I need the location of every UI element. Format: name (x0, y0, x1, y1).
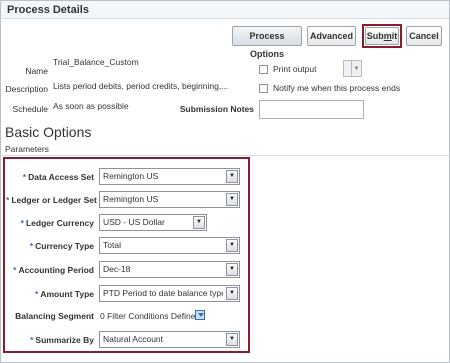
page-title: Process Details (7, 4, 89, 16)
chevron-down-icon[interactable]: ▼ (226, 170, 238, 183)
currency-type-label: * Currency Type (29, 241, 94, 251)
accounting-period-select[interactable]: Dec-18 ▼ (99, 261, 240, 278)
divider (0, 155, 450, 156)
data-access-set-select[interactable]: Remington US ▼ (99, 168, 240, 185)
parameters-highlight (3, 157, 250, 353)
schedule-value: As soon as possible (53, 101, 129, 111)
ledger-select[interactable]: Remington US ▼ (99, 191, 240, 208)
advanced-button[interactable]: Advanced (307, 26, 356, 46)
summarize-by-select[interactable]: Natural Account ▼ (99, 331, 240, 348)
submission-notes-input[interactable] (259, 100, 364, 119)
notify-checkbox[interactable] (259, 84, 268, 93)
description-value: Lists period debits, period credits, beg… (53, 81, 229, 91)
name-label: Name (25, 66, 48, 76)
balancing-segment-value: 0 Filter Conditions Defined (100, 311, 201, 321)
process-options-button[interactable]: Process Options (232, 26, 302, 59)
ledger-label: * Ledger or Ledger Set (6, 195, 97, 205)
print-output-select[interactable]: ▼ (343, 60, 362, 77)
schedule-label: Schedule (12, 104, 48, 114)
parameters-label: Parameters (5, 144, 49, 154)
filter-icon[interactable] (195, 310, 205, 320)
currency-type-select[interactable]: Total ▼ (99, 237, 240, 254)
header-bar: Process Details (1, 1, 449, 19)
balancing-segment-label: Balancing Segment (15, 311, 94, 321)
chevron-down-icon[interactable]: ▼ (193, 216, 205, 229)
ledger-currency-label: * Ledger Currency (20, 218, 94, 228)
ledger-currency-select[interactable]: USD - US Dollar ▼ (99, 214, 207, 231)
chevron-down-icon[interactable]: ▼ (226, 263, 238, 276)
submit-button[interactable]: Submit (365, 27, 399, 45)
summarize-by-label: * Summarize By (30, 335, 94, 345)
section-title: Basic Options (5, 124, 92, 140)
data-access-set-label: * Data Access Set (22, 172, 94, 182)
accounting-period-label: * Accounting Period (13, 265, 94, 275)
print-output-checkbox[interactable] (259, 65, 268, 74)
chevron-down-icon: ▼ (351, 61, 361, 76)
amount-type-select[interactable]: PTD Period to date balance type. ▼ (99, 285, 240, 302)
chevron-down-icon[interactable]: ▼ (226, 193, 238, 206)
cancel-button[interactable]: Cancel (406, 26, 442, 46)
name-value: Trial_Balance_Custom (53, 57, 139, 67)
chevron-down-icon[interactable]: ▼ (226, 333, 238, 346)
description-label: Description (5, 84, 48, 94)
submission-notes-label: Submission Notes (179, 104, 254, 114)
amount-type-label: * Amount Type (35, 289, 94, 299)
chevron-down-icon[interactable]: ▼ (226, 239, 238, 252)
chevron-down-icon[interactable]: ▼ (226, 287, 238, 300)
print-output-label: Print output (273, 64, 317, 74)
notify-label: Notify me when this process ends (273, 83, 401, 93)
